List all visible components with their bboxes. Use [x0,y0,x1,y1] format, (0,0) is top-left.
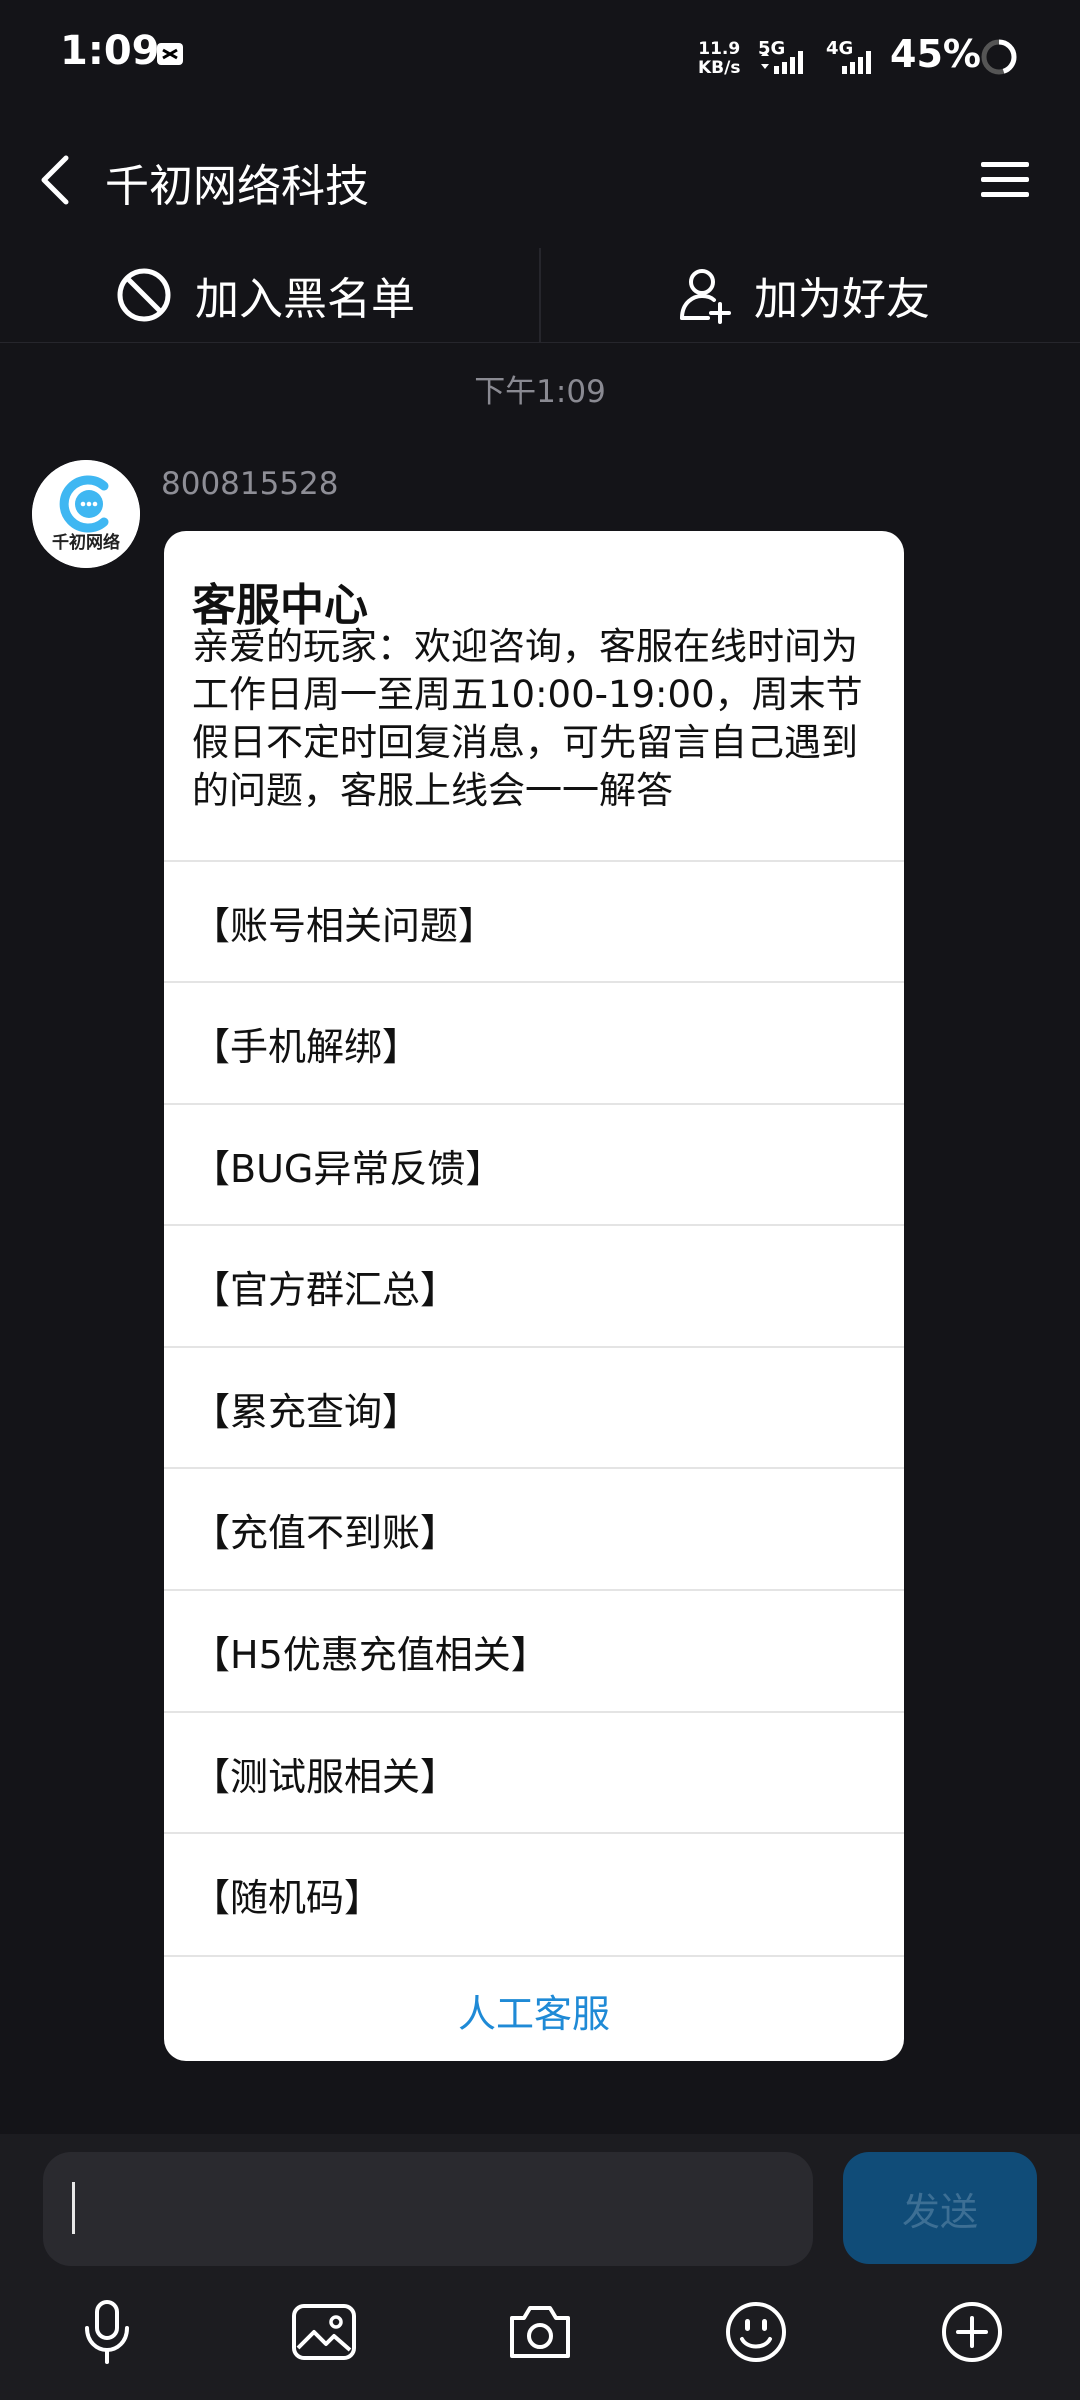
battery-ring-icon [981,39,1017,75]
back-button[interactable] [30,148,86,212]
send-label: 发送 [901,2189,978,2234]
customer-service-card: 客服中心 亲爱的玩家：欢迎咨询，客服在线时间为工作日周一至周五10:00-19:… [164,531,904,2061]
add-to-blacklist-button[interactable]: 加入黑名单 [115,248,415,342]
company-logo: 千初网络 [32,460,140,568]
menu-item-label: 【账号相关问题】 [192,904,497,948]
add-friend-button[interactable]: 加为好友 [678,248,930,342]
ban-icon [117,268,171,322]
plus-icon [942,2302,1002,2362]
avatar-logo-text: 千初网络 [52,532,120,553]
image-icon [292,2304,356,2360]
network-speed-value: 11.9 [698,39,741,59]
menu-item-h5-discount[interactable]: 【H5优惠充值相关】 [164,1589,904,1712]
message-input[interactable] [43,2152,813,2266]
menu-button[interactable] [975,152,1035,208]
sender-avatar[interactable]: 千初网络 [32,460,140,568]
menu-item-bug-report[interactable]: 【BUG异常反馈】 [164,1103,904,1226]
action-divider [539,248,541,342]
status-time: 1:09 [60,28,160,74]
menu-item-account[interactable]: 【账号相关问题】 [164,860,904,983]
hamburger-menu-icon [981,162,1029,197]
menu-item-label: 【H5优惠充值相关】 [192,1633,549,1677]
send-button[interactable]: 发送 [843,2152,1037,2264]
menu-item-random-code[interactable]: 【随机码】 [164,1832,904,1955]
menu-item-label: 【随机码】 [192,1876,383,1920]
emoji-button[interactable] [720,2296,792,2368]
menu-item-label: 【BUG异常反馈】 [192,1147,504,1191]
gallery-button[interactable] [288,2296,360,2368]
more-button[interactable] [936,2296,1008,2368]
menu-item-label: 【测试服相关】 [192,1755,459,1799]
human-service-button[interactable]: 人工客服 [164,1955,904,2061]
sim2-signal-icon [842,51,871,74]
voice-button[interactable] [71,2296,143,2368]
text-caret [72,2182,75,2234]
chat-title: 千初网络科技 [105,161,369,212]
menu-item-label: 【手机解绑】 [192,1025,421,1069]
sim1-signal-icon [761,51,803,74]
emoji-icon [726,2302,786,2362]
menu-item-label: 【官方群汇总】 [192,1268,459,1312]
network-speed-unit: KB/s [698,58,741,78]
menu-item-label: 【充值不到账】 [192,1511,459,1555]
app-notification-icon [157,43,183,65]
menu-item-recharge-missing[interactable]: 【充值不到账】 [164,1467,904,1590]
add-to-blacklist-label: 加入黑名单 [195,274,415,325]
card-body: 亲爱的玩家：欢迎咨询，客服在线时间为工作日周一至周五10:00-19:00，周末… [192,625,863,812]
network-speed: 11.9 KB/s [698,40,740,78]
camera-icon [510,2306,570,2358]
menu-item-unbind-phone[interactable]: 【手机解绑】 [164,981,904,1104]
microphone-icon [85,2300,129,2364]
menu-item-official-groups[interactable]: 【官方群汇总】 [164,1224,904,1347]
menu-item-recharge-total[interactable]: 【累充查询】 [164,1346,904,1469]
camera-button[interactable] [504,2296,576,2368]
chevron-left-icon [41,155,69,205]
sender-id: 800815528 [161,466,339,502]
message-timestamp: 下午1:09 [474,374,606,410]
battery-percent: 45% [890,32,981,76]
human-service-label: 人工客服 [457,1991,610,2036]
menu-item-label: 【累充查询】 [192,1390,421,1434]
person-add-icon [680,269,731,324]
menu-item-test-server[interactable]: 【测试服相关】 [164,1711,904,1834]
add-friend-label: 加为好友 [754,274,930,325]
